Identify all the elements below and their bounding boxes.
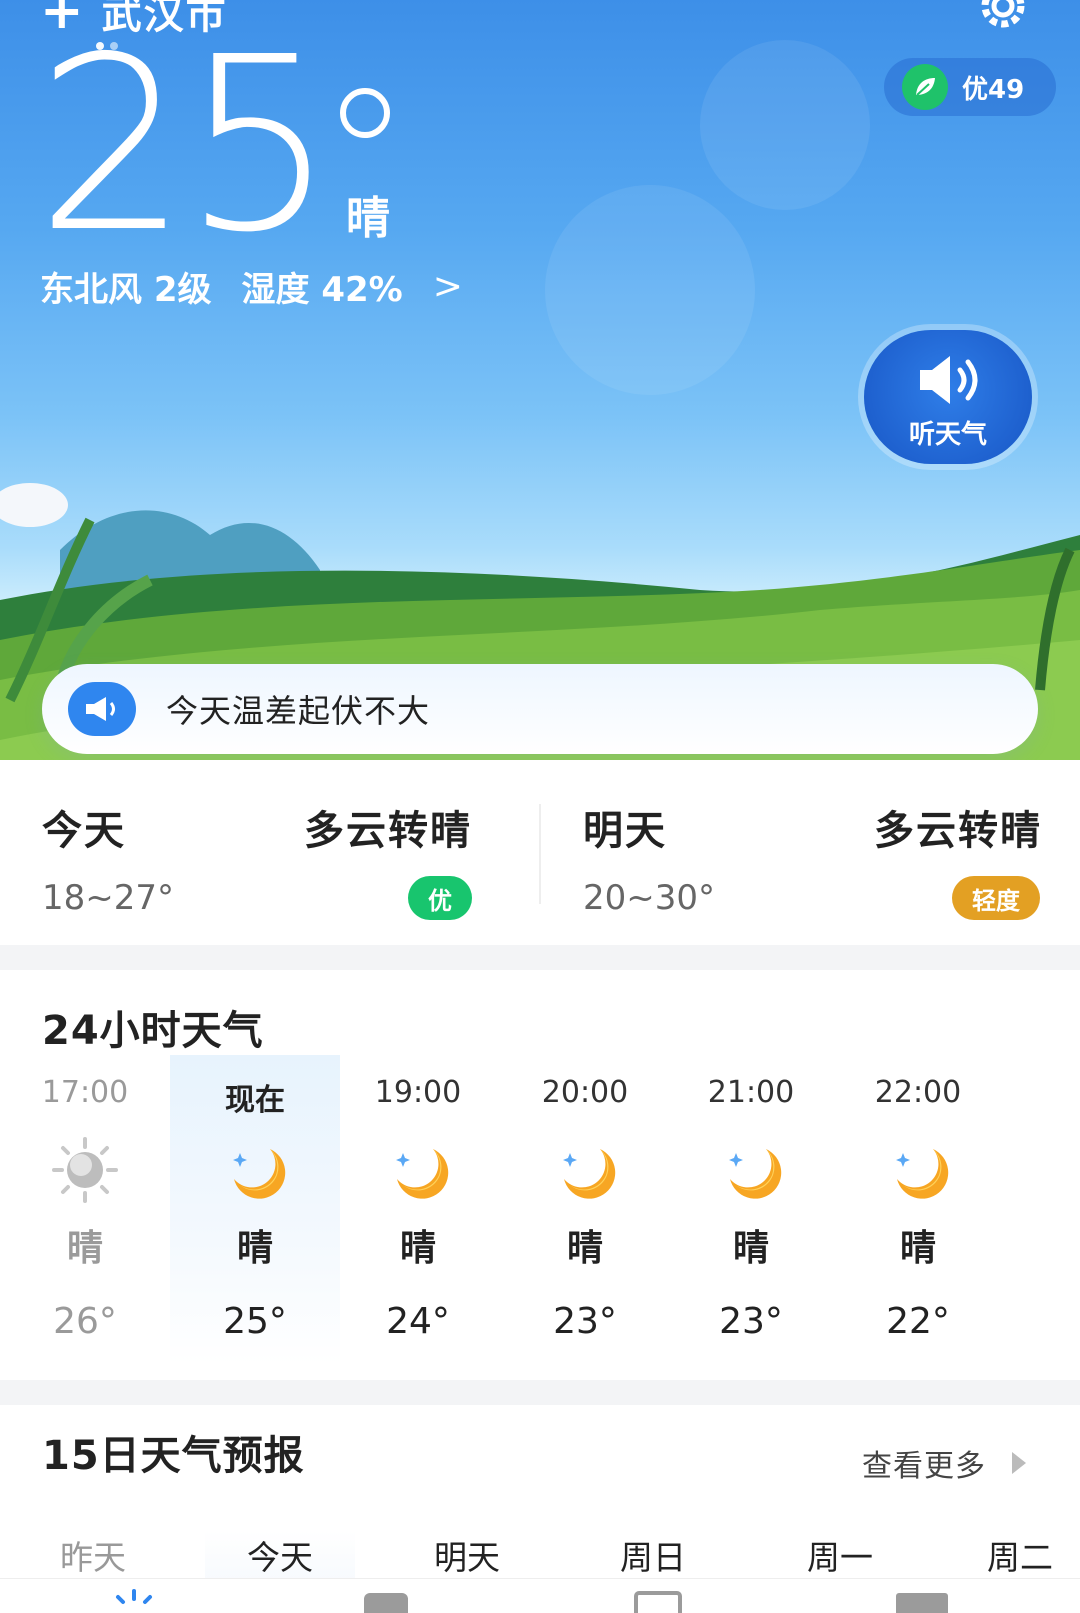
day-temp-range: 20~30° [583, 878, 716, 918]
hour-temp: 26° [53, 1301, 117, 1342]
day-temp-range: 18~27° [42, 878, 175, 918]
hour-temp: 25° [223, 1301, 287, 1342]
day-label: 今天 [42, 808, 126, 854]
day-tab[interactable]: 周一 [765, 1531, 915, 1579]
hour-condition: 晴 [66, 1228, 103, 1269]
hour-item[interactable]: 22:00 晴 22° [833, 1055, 1003, 1365]
hour-condition: 晴 [566, 1228, 603, 1269]
moon-icon [896, 1149, 949, 1199]
hour-condition: 晴 [732, 1228, 769, 1269]
bg-bubble [545, 185, 755, 395]
current-temperature: 25 [36, 5, 335, 285]
moon-icon [563, 1149, 616, 1199]
today-tomorrow-summary: 今天 多云转晴 18~27° 优 明天 多云转晴 20~30° 轻度 [0, 760, 1080, 945]
tip-text: 今天温差起伏不大 [166, 692, 431, 730]
wind-humidity-link[interactable]: 东北风 2级 湿度 42% > [40, 262, 463, 311]
day-label: 明天 [583, 808, 667, 854]
hour-item[interactable]: 20:00 晴 23° [500, 1055, 670, 1365]
hour-condition: 晴 [899, 1228, 936, 1269]
humidity-text: 湿度 42% [241, 270, 403, 310]
gear-icon[interactable] [975, 0, 1031, 34]
day-condition: 多云转晴 [874, 808, 1042, 854]
megaphone-icon [68, 682, 136, 736]
chevron-right-icon: > [432, 266, 463, 307]
section-title: 24小时天气 [42, 1008, 264, 1054]
bg-bubble [700, 40, 870, 210]
hour-condition: 晴 [399, 1228, 436, 1269]
moon-icon [729, 1149, 782, 1199]
day-tab[interactable]: 周二 [945, 1531, 1080, 1579]
day-today[interactable]: 今天 多云转晴 18~27° 优 [0, 760, 500, 945]
hour-time: 现在 [225, 1083, 285, 1118]
air-quality-badge: 轻度 [952, 876, 1040, 920]
profile-tab-icon[interactable] [892, 1587, 952, 1613]
hour-temp: 24° [386, 1301, 450, 1342]
triangle-right-icon [1012, 1452, 1026, 1474]
hour-temp: 23° [553, 1301, 617, 1342]
current-condition: 晴 [346, 193, 390, 244]
aqi-badge[interactable]: 优49 [884, 58, 1056, 116]
aqi-text: 优49 [962, 74, 1025, 105]
bottom-nav [0, 1578, 1080, 1613]
hour-time: 22:00 [874, 1075, 962, 1110]
speaker-icon [920, 356, 978, 404]
weather-tip-banner[interactable]: 今天温差起伏不大 [42, 664, 1038, 754]
sun-icon [52, 1137, 118, 1203]
hour-time: 20:00 [541, 1075, 629, 1110]
day-condition: 多云转晴 [304, 808, 472, 854]
hour-item[interactable]: 21:00 晴 23° [666, 1055, 836, 1365]
hour-temp: 23° [719, 1301, 783, 1342]
day-tab[interactable]: 明天 [392, 1531, 542, 1579]
day-tab[interactable]: 周日 [578, 1531, 728, 1579]
hero-panel: + 武汉市 优49 25 晴 东北风 2级 湿度 42% > 听天气 [0, 0, 1080, 760]
hour-temp: 22° [886, 1301, 950, 1342]
hourly-forecast-card: 24小时天气 17:00 晴 26° 现在 晴 25° 19:00 晴 24° … [0, 970, 1080, 1380]
wind-text: 东北风 2级 [40, 270, 212, 310]
hour-time: 17:00 [41, 1075, 129, 1110]
hour-time: 21:00 [707, 1075, 795, 1110]
view-more-label: 查看更多 [862, 1449, 986, 1484]
degree-symbol [340, 88, 390, 138]
video-tab-icon[interactable] [360, 1587, 414, 1613]
hour-condition: 晴 [236, 1228, 273, 1269]
hour-item-now[interactable]: 现在 晴 25° [170, 1055, 340, 1365]
moon-icon [233, 1149, 286, 1199]
weather-tab-icon[interactable] [108, 1587, 160, 1613]
hour-item[interactable]: 19:00 晴 24° [333, 1055, 503, 1365]
air-quality-badge: 优 [408, 876, 472, 920]
hour-time: 19:00 [374, 1075, 462, 1110]
weather-app: { "header": { "add_icon": "plus-icon", "… [0, 0, 1080, 1613]
section-title: 15日天气预报 [42, 1433, 305, 1479]
day-tomorrow[interactable]: 明天 多云转晴 20~30° 轻度 [540, 760, 1040, 945]
view-more-link[interactable]: 查看更多 [862, 1441, 1026, 1485]
moon-icon [396, 1149, 449, 1199]
leaf-icon [902, 64, 948, 110]
day-tab[interactable]: 昨天 [18, 1531, 168, 1579]
calendar-tab-icon[interactable] [632, 1587, 684, 1613]
hour-item[interactable]: 17:00 晴 26° [0, 1055, 170, 1365]
